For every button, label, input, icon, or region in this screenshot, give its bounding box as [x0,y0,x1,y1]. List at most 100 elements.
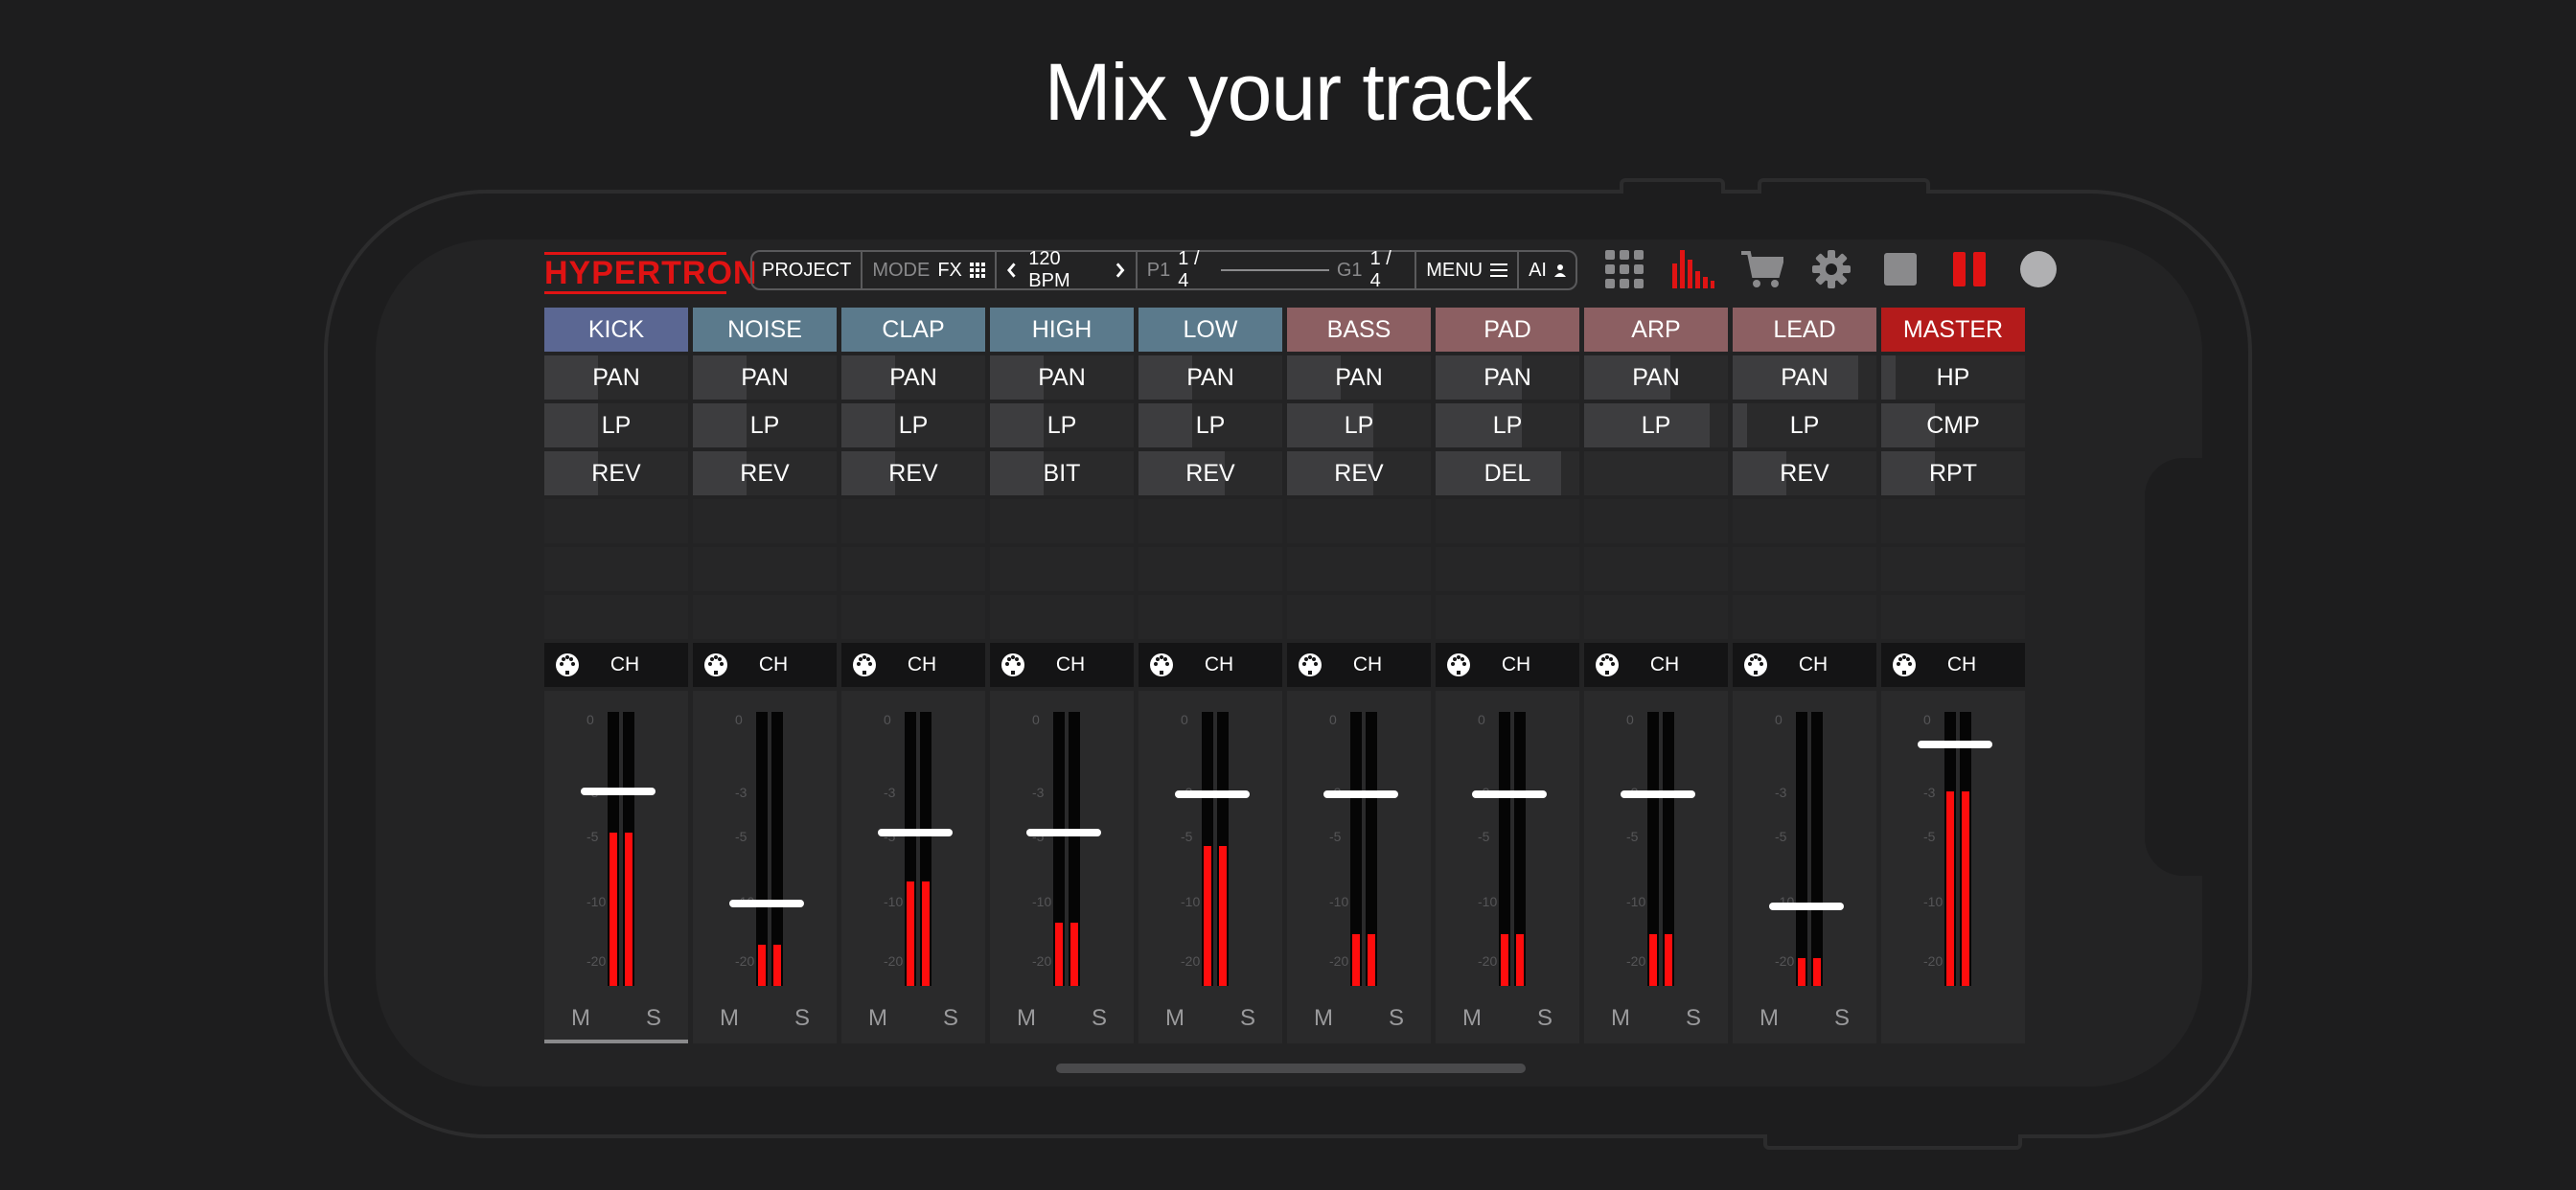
volume-fader-handle[interactable] [878,828,953,836]
solo-button[interactable]: S [646,1005,661,1032]
fx-slot[interactable]: LP [990,403,1134,447]
fx-slot-empty[interactable] [990,595,1134,639]
fx-slot[interactable]: LP [1584,403,1728,447]
fx-slot[interactable]: LP [693,403,837,447]
menu-button[interactable]: MENU [1416,252,1520,288]
fx-slot-empty[interactable] [1436,547,1579,591]
fx-slot[interactable]: PAN [1733,355,1876,400]
fx-slot[interactable]: BIT [990,451,1134,495]
fx-slot[interactable]: REV [1138,451,1282,495]
fx-slot[interactable]: PAN [990,355,1134,400]
fx-slot-empty[interactable] [693,499,837,543]
mode-button[interactable]: MODE FX [862,252,997,288]
midi-channel-row[interactable]: CH [1287,643,1431,687]
volume-fader-handle[interactable] [1621,790,1695,798]
fx-slot-empty[interactable] [544,499,688,543]
fx-slot-empty[interactable] [1436,499,1579,543]
channel-name[interactable]: CLAP [841,308,985,352]
solo-button[interactable]: S [1092,1005,1107,1032]
fx-slot[interactable]: LP [841,403,985,447]
fx-slot[interactable]: LP [1287,403,1431,447]
mute-button[interactable]: M [720,1005,739,1032]
fx-slot[interactable] [1584,451,1728,495]
channel-name[interactable]: HIGH [990,308,1134,352]
fx-slot-empty[interactable] [1881,499,2025,543]
fx-slot[interactable]: REV [1287,451,1431,495]
stop-icon[interactable] [1879,248,1921,290]
mute-button[interactable]: M [1611,1005,1630,1032]
fx-slot-empty[interactable] [1138,595,1282,639]
mute-button[interactable]: M [1017,1005,1036,1032]
home-indicator[interactable] [1056,1064,1526,1073]
fx-slot[interactable]: LP [1138,403,1282,447]
channel-name[interactable]: BASS [1287,308,1431,352]
fx-slot-empty[interactable] [841,499,985,543]
volume-fader-handle[interactable] [1026,828,1101,836]
fx-slot-empty[interactable] [1287,499,1431,543]
midi-channel-row[interactable]: CH [544,643,688,687]
volume-fader-handle[interactable] [581,787,656,795]
channel-name[interactable]: PAD [1436,308,1579,352]
fx-slot-empty[interactable] [1881,547,2025,591]
solo-button[interactable]: S [794,1005,810,1032]
solo-button[interactable]: S [1537,1005,1552,1032]
fx-slot-empty[interactable] [1733,499,1876,543]
fx-slot-empty[interactable] [1584,547,1728,591]
volume-fader-handle[interactable] [1472,790,1547,798]
fx-slot-empty[interactable] [1436,595,1579,639]
channel-name[interactable]: LEAD [1733,308,1876,352]
record-icon[interactable] [2017,248,2059,290]
channel-name[interactable]: NOISE [693,308,837,352]
solo-button[interactable]: S [1389,1005,1404,1032]
fx-slot-empty[interactable] [1287,547,1431,591]
fx-slot-empty[interactable] [693,547,837,591]
channel-name[interactable]: LOW [1138,308,1282,352]
mute-button[interactable]: M [1760,1005,1779,1032]
fx-slot-empty[interactable] [990,547,1134,591]
volume-fader-handle[interactable] [1769,903,1844,911]
solo-button[interactable]: S [1686,1005,1701,1032]
volume-fader-handle[interactable] [1323,790,1398,798]
midi-channel-row[interactable]: CH [1881,643,2025,687]
channel-name[interactable]: MASTER [1881,308,2025,352]
midi-channel-row[interactable]: CH [1436,643,1579,687]
fx-slot-empty[interactable] [1733,595,1876,639]
fx-slot[interactable]: DEL [1436,451,1579,495]
fx-slot[interactable]: PAN [1436,355,1579,400]
fx-slot[interactable]: REV [693,451,837,495]
volume-fader-handle[interactable] [1175,790,1250,798]
mixer-bars-icon[interactable] [1672,248,1714,290]
solo-button[interactable]: S [943,1005,958,1032]
fx-slot[interactable]: LP [544,403,688,447]
solo-button[interactable]: S [1240,1005,1255,1032]
volume-fader-handle[interactable] [729,900,804,908]
project-button[interactable]: PROJECT [752,252,863,288]
fx-slot-empty[interactable] [1287,595,1431,639]
fx-slot[interactable]: PAN [693,355,837,400]
fx-slot[interactable]: REV [544,451,688,495]
cart-icon[interactable] [1741,248,1783,290]
fx-slot-empty[interactable] [841,547,985,591]
volume-fader-handle[interactable] [1918,741,1992,749]
fx-slot[interactable]: PAN [544,355,688,400]
channel-name[interactable]: ARP [1584,308,1728,352]
gear-icon[interactable] [1810,248,1852,290]
pause-icon[interactable] [1948,248,1990,290]
midi-channel-row[interactable]: CH [1138,643,1282,687]
mute-button[interactable]: M [1165,1005,1184,1032]
grid-icon[interactable] [1603,248,1645,290]
pattern-selector[interactable]: P1 1 / 4 G1 1 / 4 [1138,248,1417,291]
mute-button[interactable]: M [868,1005,887,1032]
fx-slot-empty[interactable] [1733,547,1876,591]
fx-slot[interactable]: HP [1881,355,2025,400]
fx-slot-empty[interactable] [544,595,688,639]
fx-slot-empty[interactable] [1138,499,1282,543]
fx-slot-empty[interactable] [1881,595,2025,639]
mute-button[interactable]: M [1314,1005,1333,1032]
midi-channel-row[interactable]: CH [693,643,837,687]
fx-slot-empty[interactable] [544,547,688,591]
bpm-value[interactable]: 120 BPM [1028,248,1103,292]
channel-name[interactable]: KICK [544,308,688,352]
fx-slot[interactable]: REV [841,451,985,495]
fx-slot[interactable]: PAN [1287,355,1431,400]
